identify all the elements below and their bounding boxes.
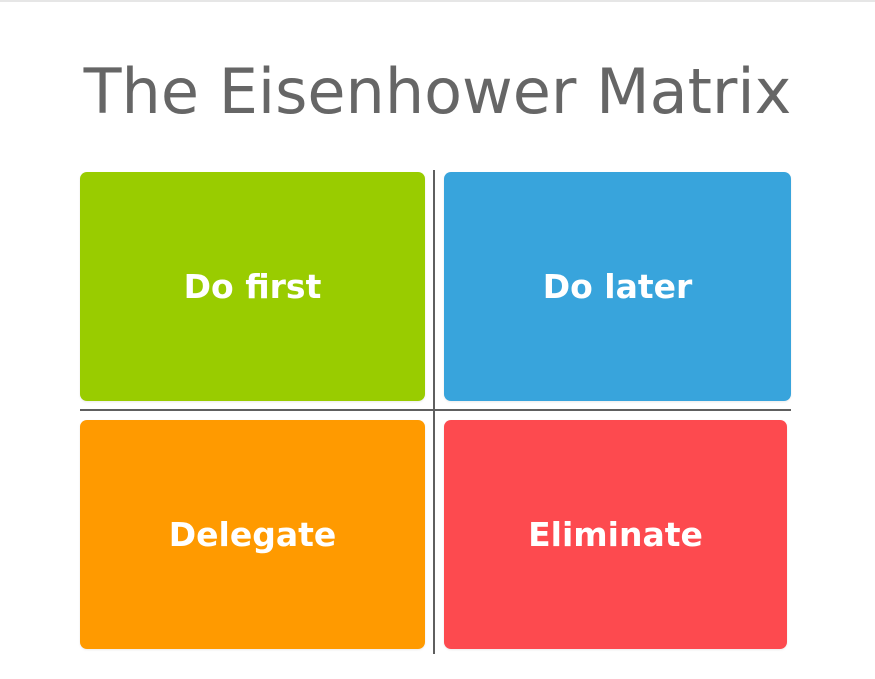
diagram-title: The Eisenhower Matrix	[83, 55, 792, 128]
quadrant-label-do-later: Do later	[542, 267, 693, 306]
quadrant-delegate: Delegate	[80, 420, 425, 649]
horizontal-axis-divider	[80, 409, 791, 411]
quadrant-eliminate: Eliminate	[444, 420, 787, 649]
quadrant-do-first: Do first	[80, 172, 425, 401]
quadrant-label-do-first: Do first	[183, 267, 322, 306]
vertical-axis-divider	[433, 170, 435, 654]
quadrant-label-delegate: Delegate	[168, 515, 337, 554]
top-border	[0, 0, 875, 2]
quadrant-label-eliminate: Eliminate	[528, 515, 703, 554]
quadrant-do-later: Do later	[444, 172, 791, 401]
